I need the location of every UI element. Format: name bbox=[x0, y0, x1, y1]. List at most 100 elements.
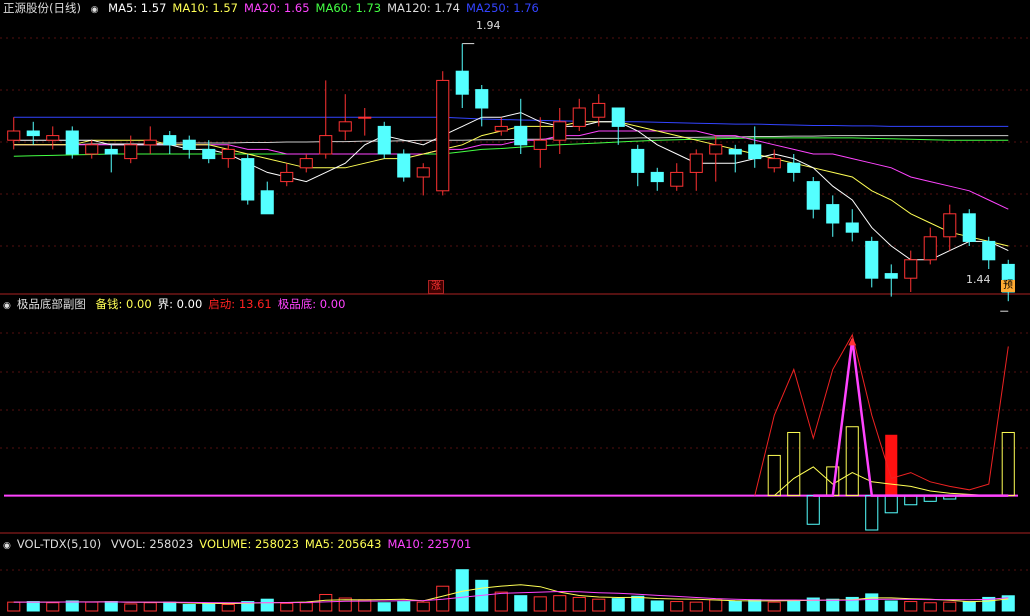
candle-body bbox=[260, 190, 274, 215]
candle-body bbox=[338, 121, 352, 132]
yellow-bar bbox=[787, 431, 801, 497]
candle-body bbox=[884, 273, 898, 279]
candle-body bbox=[221, 148, 235, 160]
--value: 极品底: 0.00 bbox=[277, 297, 346, 311]
indicator-values: 备钱: 0.00 界: 0.00 启动: 13.61 极品底: 0.00 bbox=[96, 297, 352, 311]
volume-bar bbox=[260, 598, 274, 612]
peak-arrow-icon bbox=[848, 337, 857, 346]
volume-bar bbox=[962, 601, 976, 612]
ma5-value: MA5: 1.57 bbox=[108, 1, 167, 15]
candle-body bbox=[826, 204, 840, 224]
ma60-value: MA60: 1.73 bbox=[315, 1, 382, 15]
volume-bar bbox=[923, 602, 937, 612]
indicator-marks bbox=[4, 333, 1018, 531]
vvol-value: VVOL: 258023 bbox=[110, 537, 194, 551]
dropdown-icon[interactable]: ◉ bbox=[3, 301, 11, 311]
candle-body bbox=[436, 79, 450, 192]
volume-bar bbox=[280, 602, 294, 612]
candle-body bbox=[631, 148, 645, 173]
volume-bar bbox=[670, 601, 684, 612]
moving-average-lines bbox=[13, 112, 1009, 261]
candle-body bbox=[689, 153, 703, 173]
volume-bar bbox=[709, 599, 723, 612]
volume-bar bbox=[514, 595, 528, 612]
candle-body bbox=[124, 144, 138, 160]
candle-body bbox=[416, 167, 430, 178]
--value: 界: 0.00 bbox=[157, 297, 203, 311]
chart-stage: 1.94 1.44 正源股份(日线) ◉ MA5: 1.57 MA10: 1.57… bbox=[0, 0, 1030, 613]
candle-body bbox=[182, 139, 196, 150]
candle-body bbox=[865, 240, 879, 279]
volume-bar bbox=[826, 598, 840, 612]
forecast-marker: 预 bbox=[1001, 280, 1015, 292]
volume-bar bbox=[611, 598, 625, 612]
volume-bar bbox=[163, 601, 177, 612]
--value: 备钱: 0.00 bbox=[95, 297, 152, 311]
dropdown-icon[interactable]: ◉ bbox=[91, 5, 99, 15]
volume-bar bbox=[299, 602, 313, 612]
volume-bar bbox=[319, 593, 333, 612]
cyan-bar bbox=[904, 495, 918, 506]
volume-bar bbox=[46, 602, 60, 612]
volume-values: VVOL: 258023 VOLUME: 258023 MA5: 205643 MA1… bbox=[111, 537, 477, 551]
volume-bar bbox=[26, 601, 40, 612]
volume-bar bbox=[85, 601, 99, 612]
indicator-name[interactable]: 极品底部副图 bbox=[17, 297, 86, 311]
candle-body bbox=[787, 162, 801, 173]
volume-bar bbox=[884, 600, 898, 612]
ma60-line bbox=[13, 137, 1009, 157]
low-price-label: 1.44 bbox=[966, 273, 991, 286]
ma10-value: MA10: 225701 bbox=[387, 537, 472, 551]
candle-body bbox=[26, 130, 40, 137]
ma250-value: MA250: 1.76 bbox=[465, 1, 539, 15]
volume-bar bbox=[904, 601, 918, 612]
candle-body bbox=[475, 89, 489, 109]
stock-name[interactable]: 正源股份 bbox=[3, 1, 49, 15]
ma5-line bbox=[13, 112, 1009, 261]
high-price-label: 1.94 bbox=[476, 19, 501, 32]
candle-body bbox=[533, 139, 547, 150]
candle-body bbox=[163, 135, 177, 146]
candle-body bbox=[806, 181, 820, 210]
volume-bar bbox=[943, 601, 957, 612]
candle-body bbox=[377, 125, 391, 155]
ma20-value: MA20: 1.65 bbox=[243, 1, 310, 15]
dropdown-icon[interactable]: ◉ bbox=[3, 541, 11, 551]
volume-bar bbox=[104, 601, 118, 612]
volume-bar bbox=[124, 603, 138, 612]
volume-ma5-line bbox=[13, 584, 1009, 605]
candle-body bbox=[572, 107, 586, 127]
volume-ma10-line bbox=[13, 590, 1009, 604]
period-label[interactable]: (日线) bbox=[49, 1, 81, 15]
ma5-value: MA5: 205643 bbox=[304, 537, 382, 551]
candle-body bbox=[748, 144, 762, 160]
candle-body bbox=[845, 222, 859, 233]
volume-name[interactable]: VOL-TDX(5,10) bbox=[17, 537, 101, 551]
candle-body bbox=[7, 130, 21, 141]
volume-bar bbox=[182, 604, 196, 612]
cyan-bar bbox=[865, 495, 879, 531]
volume-bar bbox=[689, 601, 703, 612]
ma120-value: MA120: 1.74 bbox=[387, 1, 460, 15]
start-line bbox=[754, 333, 1009, 496]
volume-bar bbox=[650, 600, 664, 612]
candle-body bbox=[767, 158, 781, 169]
candle-body bbox=[923, 236, 937, 261]
ma10-value: MA10: 1.57 bbox=[172, 1, 238, 15]
volume-bar bbox=[748, 599, 762, 612]
candle-body bbox=[670, 171, 684, 187]
volume-bar bbox=[397, 601, 411, 612]
volume-bar bbox=[728, 600, 742, 612]
volume-bar bbox=[221, 604, 235, 612]
candle-body bbox=[962, 213, 976, 242]
candle-body bbox=[650, 171, 664, 183]
candle-body bbox=[358, 116, 372, 119]
volume-value: VOLUME: 258023 bbox=[199, 537, 299, 551]
candle-body bbox=[319, 135, 333, 155]
candle-body bbox=[494, 125, 508, 132]
cyan-bar bbox=[884, 495, 898, 514]
volume-bar bbox=[592, 598, 606, 612]
volume-bar bbox=[865, 593, 879, 612]
candle-body bbox=[611, 107, 625, 127]
volume-bar bbox=[572, 596, 586, 612]
